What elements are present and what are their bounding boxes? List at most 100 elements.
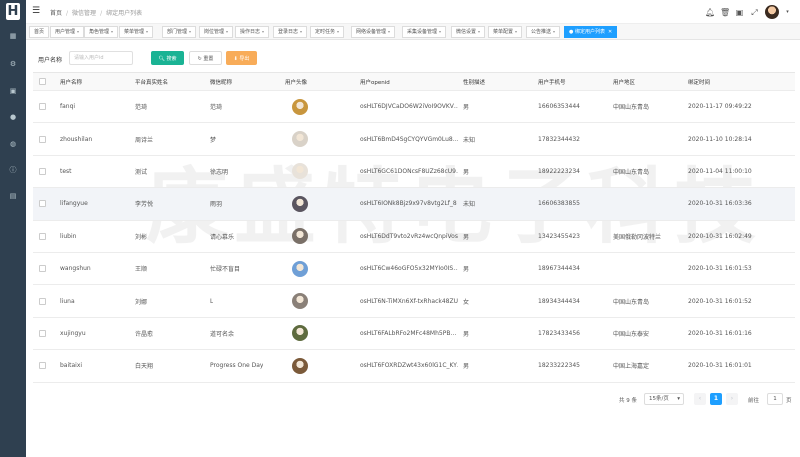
- cell-realname: 刘娜: [135, 298, 148, 306]
- search-button[interactable]: 🔍︎ 搜索: [151, 51, 184, 65]
- cell-region: 中国山东青岛: [613, 168, 650, 176]
- row-select-cell: [39, 123, 46, 154]
- row-select-cell: [39, 91, 46, 122]
- wechat-icon[interactable]: ●: [9, 113, 17, 121]
- tab-menu-config[interactable]: 菜单配置 ▾: [488, 26, 523, 38]
- user-avatar-image[interactable]: [292, 163, 308, 180]
- tab-role-management[interactable]: 角色管理 ▾: [84, 26, 119, 38]
- tab-bound-users[interactable]: ● 绑定用户列表 ✕: [564, 26, 618, 38]
- grid-icon[interactable]: ▣: [9, 87, 17, 95]
- row-select-cell: [39, 318, 46, 349]
- goto-page-input[interactable]: 1: [767, 393, 783, 405]
- breadcrumb-wechat[interactable]: 微信管理: [72, 10, 96, 17]
- col-gender[interactable]: 性别描述: [463, 73, 485, 90]
- row-checkbox[interactable]: [39, 297, 46, 305]
- row-checkbox[interactable]: [39, 265, 46, 273]
- row-checkbox[interactable]: [39, 103, 46, 111]
- col-openid[interactable]: 用户openid: [360, 73, 390, 90]
- reset-button[interactable]: ↻ 重置: [189, 51, 222, 65]
- gear-icon[interactable]: ⚙: [9, 60, 17, 68]
- close-icon[interactable]: ✕: [608, 29, 612, 35]
- cell-phone: 17832344432: [538, 135, 580, 143]
- dashboard-icon[interactable]: ▦: [9, 32, 17, 40]
- chevron-down-icon: ▾: [677, 396, 680, 402]
- row-checkbox[interactable]: [39, 135, 46, 143]
- col-bind-time[interactable]: 绑定时间: [688, 73, 710, 90]
- row-checkbox[interactable]: [39, 167, 46, 175]
- select-all-checkbox[interactable]: [39, 78, 46, 85]
- table-row[interactable]: lifangyue 李芳悦 雨羽 osHLT6IONk8Bjz9x97v8vtg2Lf…: [33, 188, 795, 221]
- cell-openid: osHLT6GC61DONcsF8UZz68cU9…: [360, 167, 458, 175]
- menu-toggle-icon[interactable]: ☰: [32, 6, 42, 16]
- lock-icon[interactable]: ▣: [735, 8, 744, 17]
- tab-announcement-push[interactable]: 公告推送 ▾: [526, 26, 561, 38]
- username-search-input[interactable]: [69, 51, 133, 65]
- table-row[interactable]: baitaixi 白天翔 Progress One Day osHLT6FOXRDZw…: [33, 350, 795, 383]
- page-size-select[interactable]: 15条/页 ▾: [644, 393, 684, 405]
- col-region[interactable]: 用户地区: [613, 73, 635, 90]
- cell-avatar: [292, 123, 308, 154]
- table-row[interactable]: xujingyu 许晶愈 道可名余 osHLT6FALbRFo2MFc48Mh5PB……: [33, 318, 795, 351]
- table-row[interactable]: zhoushilan 周诗兰 梦 osHLT6BmD4SgCYQYVGm0Lu8… 未知…: [33, 123, 795, 156]
- row-checkbox[interactable]: [39, 362, 46, 370]
- breadcrumb: 首页 / 微信管理 / 绑定用户列表: [50, 10, 143, 17]
- cell-openid: osHLT6DJVCaDO6W2iVoI9OVKV…: [360, 103, 458, 111]
- row-checkbox[interactable]: [39, 200, 46, 208]
- tab-login-log[interactable]: 登录日志 ▾: [273, 26, 308, 38]
- cell-username: zhoushilan: [60, 135, 93, 143]
- cell-gender: 未知: [463, 136, 476, 144]
- next-page-button[interactable]: ›: [726, 393, 738, 405]
- app-logo[interactable]: H: [6, 3, 20, 20]
- user-avatar-image[interactable]: [292, 131, 308, 148]
- cell-nickname: 范琦: [210, 104, 223, 112]
- table-row[interactable]: fanqi 范琦 范琦 osHLT6DJVCaDO6W2iVoI9OVKV… 男 1660…: [33, 91, 795, 124]
- tab-scheduled-task[interactable]: 定时任务 ▾: [310, 26, 345, 38]
- cell-username: liubin: [60, 232, 77, 240]
- user-avatar-image[interactable]: [292, 325, 308, 342]
- document-icon[interactable]: ▤: [9, 192, 17, 200]
- col-realname[interactable]: 平台真实姓名: [135, 73, 168, 90]
- bell-icon[interactable]: 🔔︎: [705, 8, 715, 17]
- table-row[interactable]: liubin 刘彬 请心慕乐 osHLT6DdT9vto2vRz4wcQnpiVosI…: [33, 221, 795, 253]
- user-avatar-image[interactable]: [292, 98, 308, 115]
- tab-menu-management[interactable]: 菜单管理 ▾: [119, 26, 154, 38]
- user-avatar-image[interactable]: [292, 293, 308, 310]
- row-checkbox[interactable]: [39, 232, 46, 240]
- tab-home[interactable]: 首页: [29, 26, 50, 38]
- fullscreen-icon[interactable]: ⤢: [750, 8, 759, 17]
- cell-phone: 18922223234: [538, 167, 580, 175]
- trash-icon[interactable]: 🗑︎: [720, 8, 730, 17]
- chevron-down-icon[interactable]: ▾: [785, 8, 790, 17]
- col-username[interactable]: 用户名称: [60, 73, 82, 90]
- col-phone[interactable]: 用户手机号: [538, 73, 566, 90]
- user-avatar-image[interactable]: [292, 260, 308, 277]
- tab-collector-device[interactable]: 采集设备管理 ▾: [402, 26, 447, 38]
- tab-dept-management[interactable]: 部门管理 ▾: [162, 26, 197, 38]
- cell-realname: 白天翔: [135, 363, 154, 371]
- tab-user-management[interactable]: 用户管理 ▾: [50, 26, 85, 38]
- tab-network-device[interactable]: 网络设备管理 ▾: [351, 26, 396, 38]
- info-icon[interactable]: ⓘ: [9, 166, 17, 174]
- row-checkbox[interactable]: [39, 329, 46, 337]
- prev-page-button[interactable]: ‹: [694, 393, 706, 405]
- tab-post-management[interactable]: 岗位管理 ▾: [199, 26, 234, 38]
- globe-icon[interactable]: ◍: [9, 140, 17, 148]
- table-row[interactable]: wangshun 王顺 忙碌不盲目 osHLT6Cw46oGFO5x32MYIo0IS…: [33, 253, 795, 286]
- table-row[interactable]: test 测试 徐志明 osHLT6GC61DONcsF8UZz68cU9… 男 1892…: [33, 156, 795, 189]
- cell-nickname: L: [210, 297, 214, 305]
- tab-wechat-settings[interactable]: 微信设置 ▾: [451, 26, 486, 38]
- cell-username: liuna: [60, 297, 75, 305]
- cell-phone: 18934344434: [538, 297, 580, 305]
- user-avatar[interactable]: [765, 5, 779, 19]
- user-avatar-image[interactable]: [292, 357, 308, 374]
- tab-operation-log[interactable]: 操作日志 ▾: [235, 26, 270, 38]
- table-row[interactable]: liuna 刘娜 LosHLT6N-TiMXn6Xf-txRhack48ZU 女 189…: [33, 285, 795, 318]
- user-avatar-image[interactable]: [292, 195, 308, 212]
- col-nickname[interactable]: 微信昵称: [210, 73, 232, 90]
- export-button[interactable]: ⬇ 导出: [226, 51, 257, 65]
- chevron-down-icon: ▾: [439, 29, 442, 34]
- breadcrumb-home[interactable]: 首页: [50, 10, 62, 17]
- user-avatar-image[interactable]: [292, 228, 308, 245]
- page-1-button[interactable]: 1: [710, 393, 722, 405]
- top-bar: ☰ 首页 / 微信管理 / 绑定用户列表 🔔︎ 🗑︎ ▣ ⤢ ▾: [26, 0, 800, 24]
